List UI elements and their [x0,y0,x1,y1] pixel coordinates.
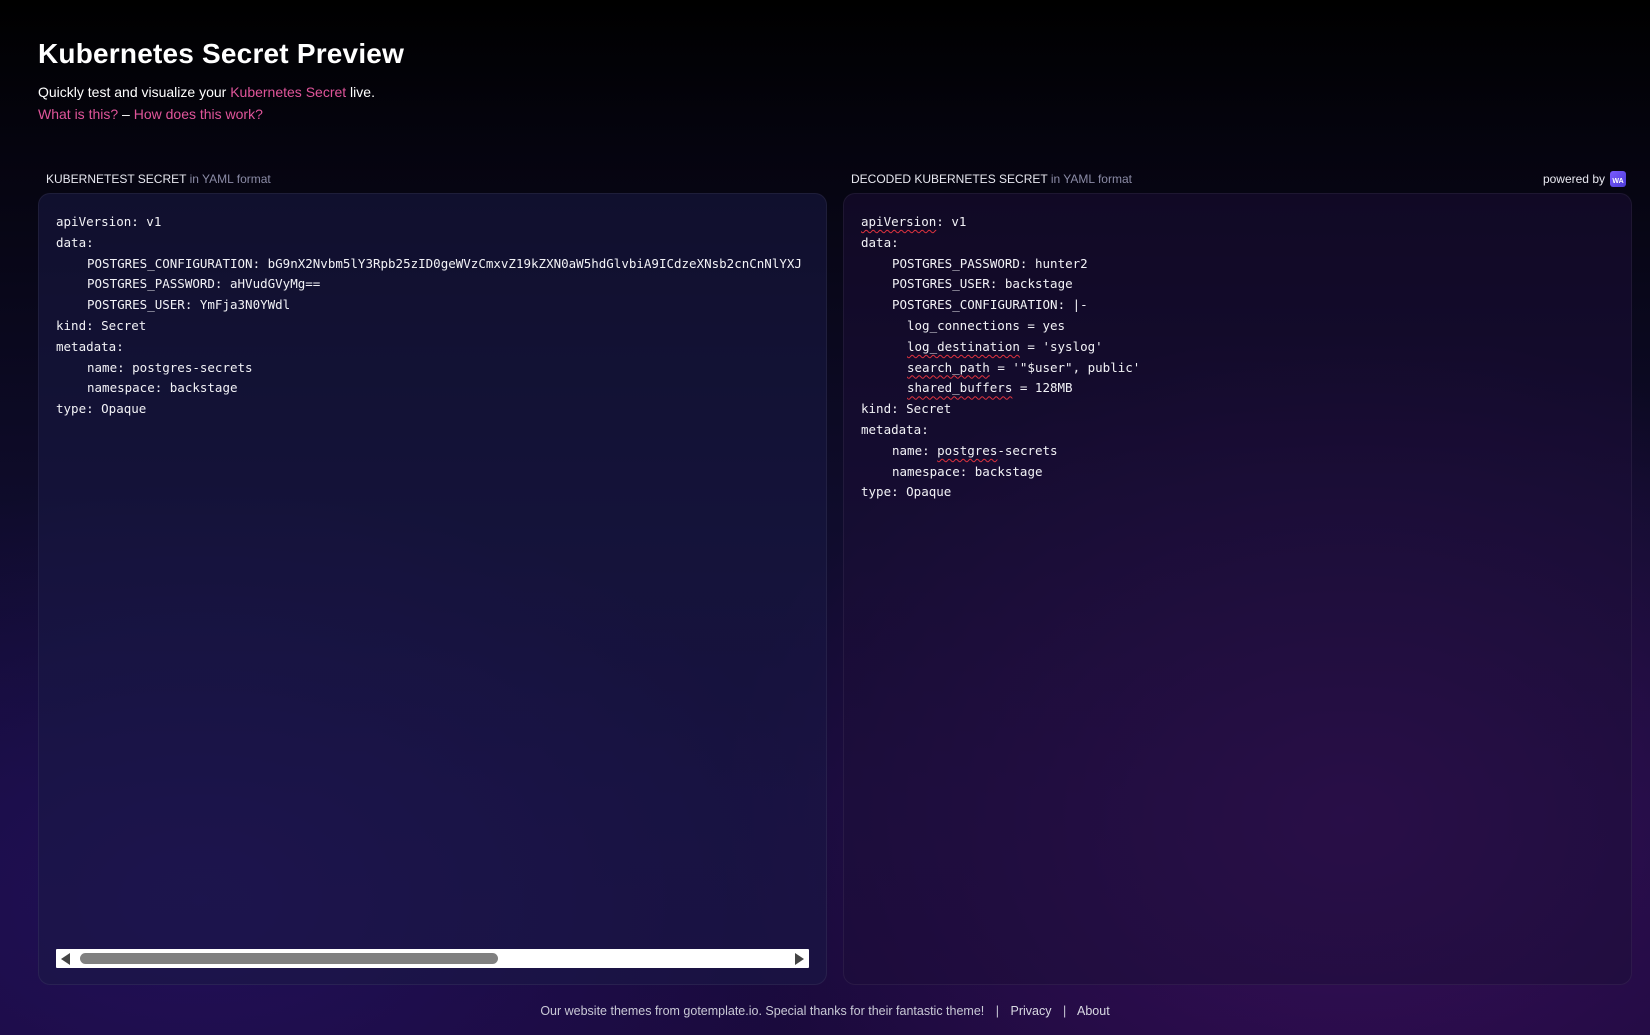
code-line: POSTGRES_CONFIGURATION: |- [861,295,1614,316]
footer-separator: | [1062,1004,1067,1018]
subtitle: Quickly test and visualize your Kubernet… [38,82,404,102]
how-does-this-work-link[interactable]: How does this work? [134,106,263,122]
code-token: POSTGRES_USER: backstage [892,276,1073,292]
code-token: : v1 [936,214,967,229]
scrollbar-thumb[interactable] [80,953,498,964]
code-line: namespace: backstage [861,462,1614,483]
right-panel-label-title: DECODED KUBERNETES SECRET [851,172,1048,186]
code-token: data: [861,234,899,250]
spellcheck-underline: shared_buffers [907,380,1013,396]
code-line: namespace: backstage [87,380,238,396]
code-line: shared_buffers = 128MB [861,378,1614,399]
code-line: log_connections = yes [861,316,1614,337]
page-header: Kubernetes Secret Preview Quickly test a… [38,34,404,124]
spellcheck-underline: log_destination [907,338,1020,354]
spellcheck-underline: postgres [937,442,998,458]
code-line: data: [861,233,1614,254]
what-is-this-link[interactable]: What is this? [38,106,118,122]
code-line: kind: Secret [861,399,1614,420]
decoded-secret-view[interactable]: apiVersion: v1 data: POSTGRES_PASSWORD: hu… [843,193,1632,985]
kubernetes-secret-link[interactable]: Kubernetes Secret [230,84,346,100]
code-line: log_destination = 'syslog' [861,337,1614,358]
right-panel-label: DECODED KUBERNETES SECRET in YAML format [851,171,1132,187]
code-token: = 128MB [1012,380,1073,396]
code-line: apiVersion: v1 [56,214,162,229]
secret-yaml-input[interactable]: apiVersion: v1 data: POSTGRES_CONFIGURATIO… [56,212,809,420]
code-line: apiVersion: v1 [861,212,1614,233]
subtitle-suffix: live. [346,84,375,100]
privacy-link[interactable]: Privacy [1011,1004,1052,1018]
left-panel-label-title: KUBERNETEST SECRET [46,172,187,186]
page-title: Kubernetes Secret Preview [38,38,405,69]
right-panel-label-format: in YAML format [1047,172,1132,186]
decoded-yaml-output[interactable]: apiVersion: v1 data: POSTGRES_PASSWORD: hu… [861,212,1614,503]
code-line: name: postgres-secrets [87,359,253,375]
scroll-right-arrow-icon[interactable] [795,953,804,965]
code-token: = 'syslog' [1019,338,1103,354]
code-line: metadata: [861,420,1614,441]
spellcheck-underline: apiVersion [861,214,937,229]
spellcheck-underline: search_path [907,359,990,375]
code-line: POSTGRES_USER: YmFja3N0YWdl [87,297,291,313]
code-line: POSTGRES_CONFIGURATION: bG9nX2Nvbm5lY3Rp… [87,255,802,271]
horizontal-scrollbar[interactable] [56,949,809,968]
code-token: type: Opaque [861,484,952,500]
about-link[interactable]: About [1077,1004,1110,1018]
code-token: -secrets [997,442,1058,458]
code-line: type: Opaque [861,482,1614,503]
scroll-left-arrow-icon[interactable] [61,953,70,965]
help-links: What is this? – How does this work? [38,104,404,124]
powered-by-text: powered by [1542,172,1605,186]
footer-separator: | [995,1004,1000,1018]
code-line: kind: Secret [56,317,147,333]
code-token: kind: Secret [861,401,952,417]
footer-credit: Our website themes from gotemplate.io. S… [540,1004,985,1018]
code-line: POSTGRES_PASSWORD: aHVudGVyMg== [87,276,321,292]
code-token: POSTGRES_PASSWORD: hunter2 [892,255,1088,271]
footer: Our website themes from gotemplate.io. S… [0,1002,1650,1020]
code-token: log_connections = yes [907,317,1066,333]
powered-by: powered by WA [1543,171,1626,187]
code-line: search_path = '"$user", public' [861,358,1614,379]
left-panel-label: KUBERNETEST SECRET in YAML format [46,171,271,187]
code-token: POSTGRES_CONFIGURATION: |- [892,297,1088,313]
code-line: data: [56,234,94,250]
code-line: POSTGRES_PASSWORD: hunter2 [861,254,1614,275]
code-line: POSTGRES_USER: backstage [861,274,1614,295]
code-token: namespace: backstage [892,463,1043,479]
code-token: name: [892,442,938,458]
code-token: = '"$user", public' [989,359,1141,375]
code-line: name: postgres-secrets [861,441,1614,462]
code-line: metadata: [56,338,124,354]
code-token: metadata: [861,421,929,437]
subtitle-prefix: Quickly test and visualize your [38,84,231,100]
wa-logo-icon[interactable]: WA [1610,171,1626,187]
secret-editor[interactable]: apiVersion: v1 data: POSTGRES_CONFIGURATIO… [38,193,827,985]
code-line: type: Opaque [56,401,147,417]
left-panel-label-format: in YAML format [186,172,271,186]
links-dash: – [118,106,134,122]
